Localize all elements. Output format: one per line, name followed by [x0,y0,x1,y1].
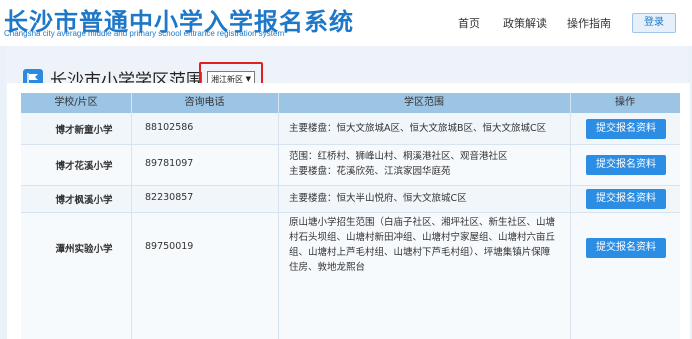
column-header-school: 学校/片区 [54,97,98,108]
school-name: 博才枫溪小学 [55,195,113,206]
table-header: 学校/片区 咨询电话 学区范围 操作 [21,93,680,113]
school-name: 潭州实验小学 [55,244,113,255]
table-row: 博才花溪小学 89781097 范围：红桥村、狮峰山村、桐溪港社区、观音港社区 … [21,144,680,185]
school-table: 学校/片区 咨询电话 学区范围 操作 博才新童小学 88102586 主要楼盘：… [7,83,690,339]
range-line: 组、山塘村上芦毛村组、山塘村下芦毛村组）、坪塘集镇片保障 [289,247,551,258]
column-divider [278,93,279,339]
submit-application-button[interactable]: 提交报名资料 [586,119,666,139]
column-header-range: 学区范围 [404,97,444,108]
district-range: 范围：红桥村、狮峰山村、桐溪港社区、观音港社区 主要楼盘：花溪欣苑、江滨家园华庭… [289,149,579,179]
column-header-phone: 咨询电话 [184,97,225,108]
district-range: 主要楼盘：恒大半山悦府、恒大文旅城C区 [289,191,579,206]
table-row: 博才枫溪小学 82230857 主要楼盘：恒大半山悦府、恒大文旅城C区 提交报名… [21,185,680,212]
district-range: 主要楼盘：恒大文旅城A区、恒大文旅城B区、恒大文旅城C区 [289,121,579,136]
phone-number: 88102586 [145,122,194,133]
submit-application-button[interactable]: 提交报名资料 [586,238,666,258]
column-divider [131,93,132,339]
range-line: 村石头坝组、山塘村新田冲组、山塘村宁家屋组、山塘村六亩丘 [289,232,556,243]
column-divider [570,93,571,339]
site-header: 长沙市普通中小学入学报名系统 Changsha city average mid… [0,0,692,46]
row-divider [21,144,680,145]
nav-guide-link[interactable]: 操作指南 [567,15,611,31]
site-subtitle: Changsha city average middle and primary… [4,29,285,38]
range-line: 原山塘小学招生范围（白庙子社区、湘坪社区、新生社区、山塘 [289,217,556,228]
phone-number: 89750019 [145,241,194,252]
phone-number: 82230857 [145,192,194,203]
range-line: 主要楼盘：恒大半山悦府、恒大文旅城C区 [289,193,467,204]
row-divider [21,212,680,213]
nav-home-link[interactable]: 首页 [458,15,480,31]
school-name: 博才花溪小学 [55,161,113,172]
range-line: 住房、敦地龙熙台 [289,262,366,273]
district-range: 原山塘小学招生范围（白庙子社区、湘坪社区、新生社区、山塘 村石头坝组、山塘村新田… [289,215,579,275]
login-button[interactable]: 登录 [632,13,676,33]
range-line: 主要楼盘：花溪欣苑、江滨家园华庭苑 [289,166,451,177]
submit-application-button[interactable]: 提交报名资料 [586,189,666,209]
school-name: 博才新童小学 [55,125,113,136]
range-line: 范围：红桥村、狮峰山村、桐溪港社区、观音港社区 [289,151,508,162]
table-row: 潭州实验小学 89750019 原山塘小学招生范围（白庙子社区、湘坪社区、新生社… [21,212,680,339]
row-divider [21,185,680,186]
range-line: 主要楼盘：恒大文旅城A区、恒大文旅城B区、恒大文旅城C区 [289,123,547,134]
nav-policy-link[interactable]: 政策解读 [503,15,547,31]
column-header-action: 操作 [615,97,635,108]
submit-application-button[interactable]: 提交报名资料 [586,155,666,175]
phone-number: 89781097 [145,158,194,169]
table-row: 博才新童小学 88102586 主要楼盘：恒大文旅城A区、恒大文旅城B区、恒大文… [21,113,680,144]
